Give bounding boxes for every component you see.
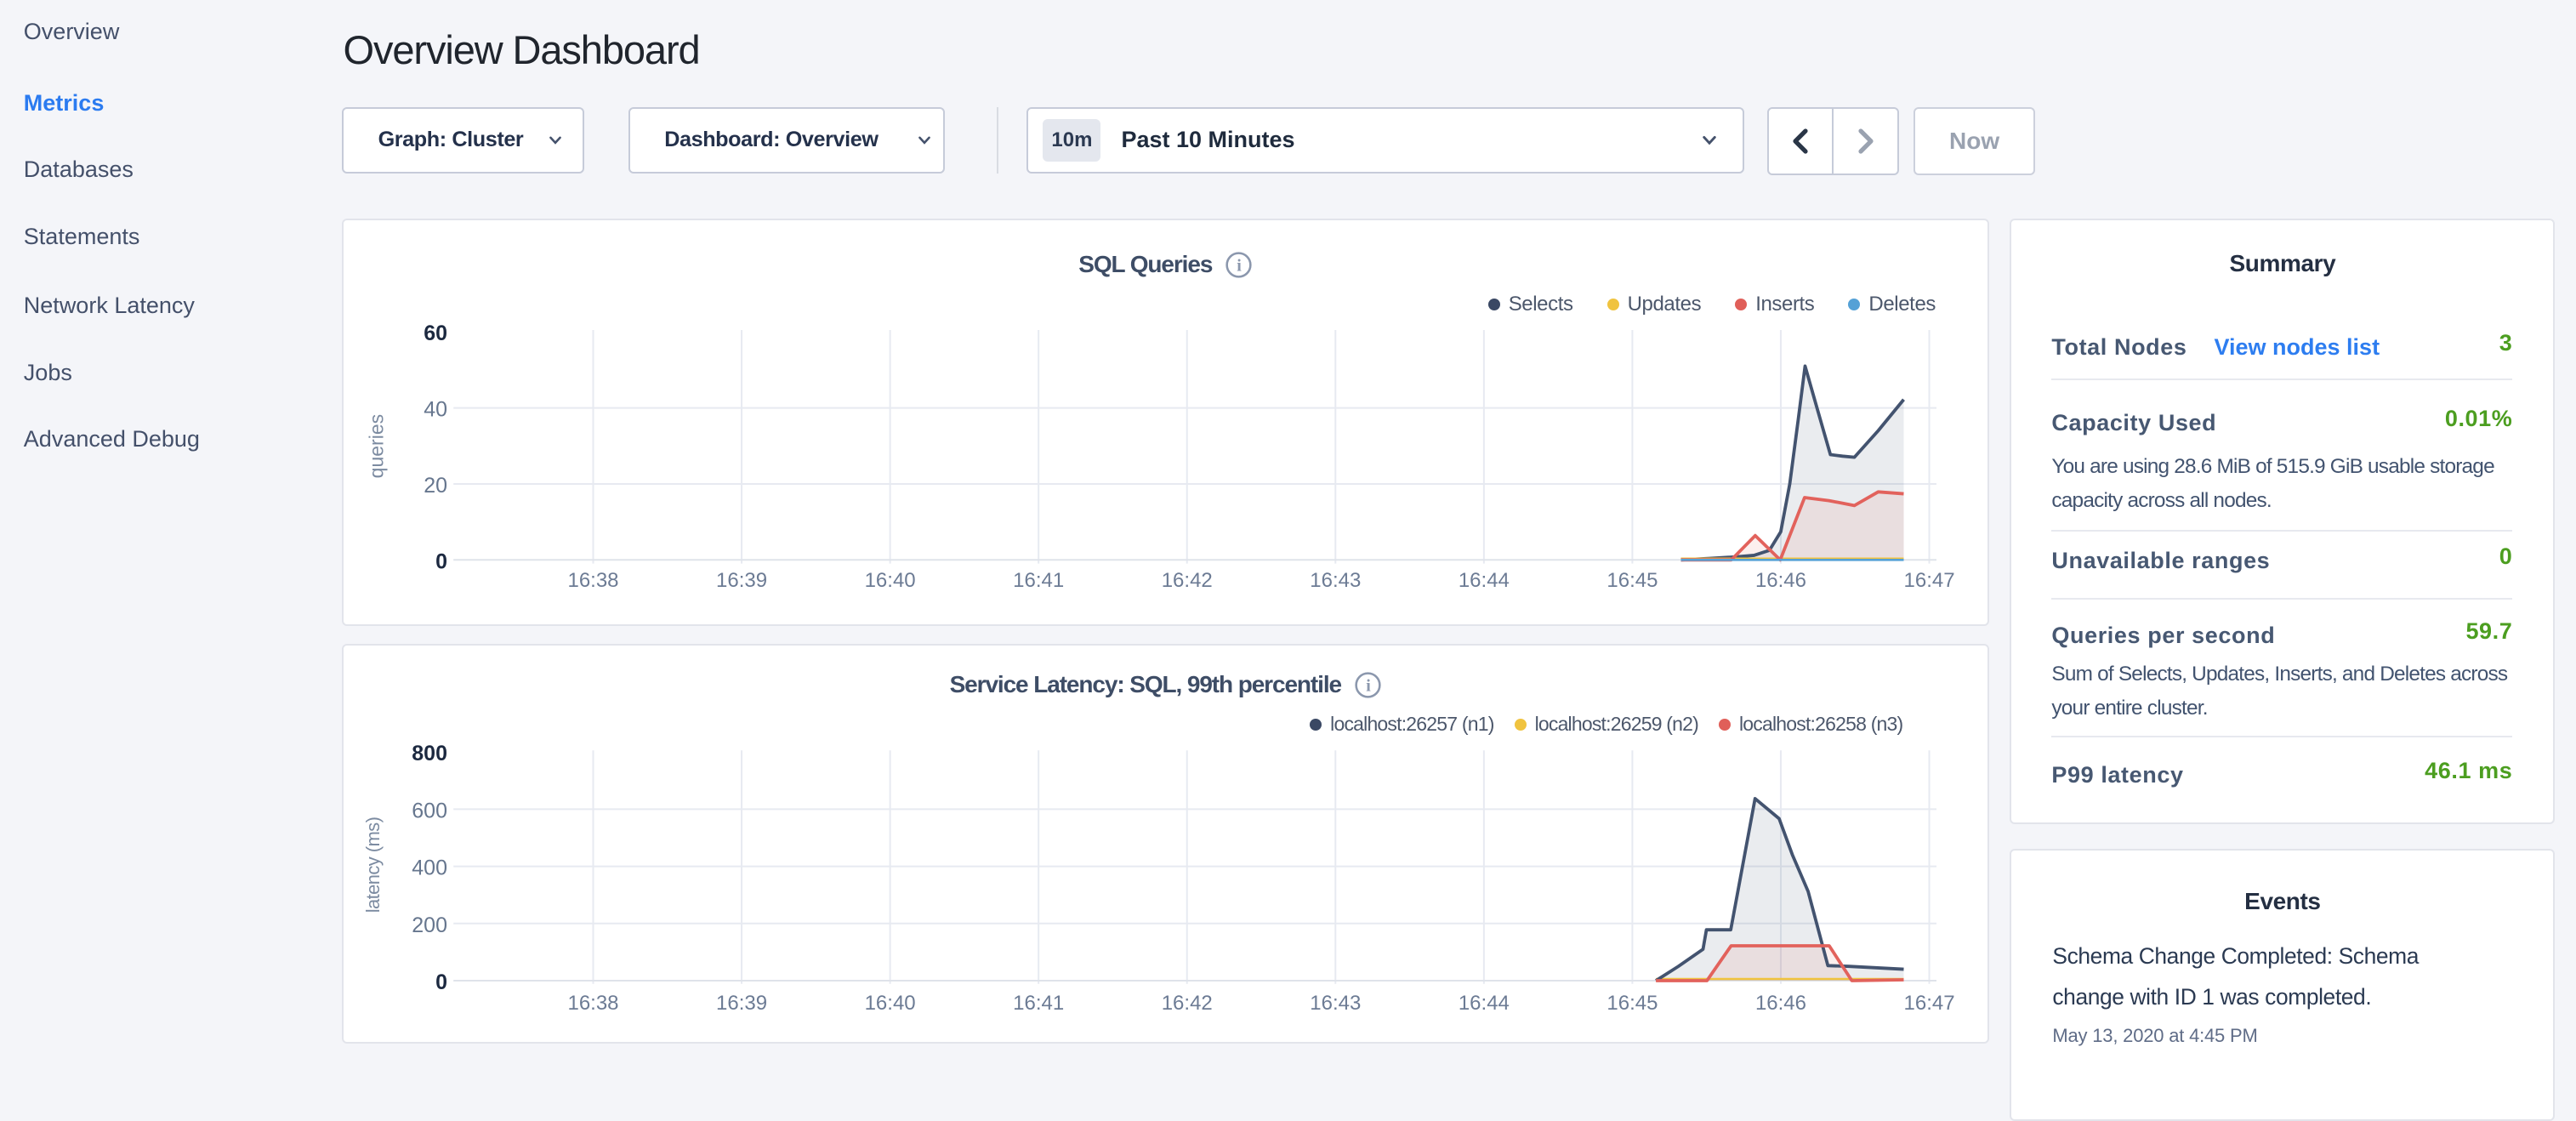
svg-text:16:45: 16:45 — [1606, 569, 1658, 592]
svg-text:16:42: 16:42 — [1162, 569, 1213, 592]
svg-text:16:41: 16:41 — [1013, 569, 1064, 592]
svg-text:16:40: 16:40 — [865, 992, 916, 1015]
svg-text:16:47: 16:47 — [1904, 992, 1955, 1015]
svg-text:20: 20 — [424, 474, 447, 498]
svg-text:200: 200 — [412, 913, 447, 937]
svg-text:16:44: 16:44 — [1459, 569, 1510, 592]
svg-text:0: 0 — [435, 549, 447, 573]
svg-text:16:46: 16:46 — [1755, 992, 1806, 1015]
svg-text:16:40: 16:40 — [865, 569, 916, 592]
svg-text:16:47: 16:47 — [1904, 569, 1955, 592]
svg-text:16:39: 16:39 — [716, 569, 767, 592]
svg-text:600: 600 — [412, 799, 447, 822]
svg-text:16:44: 16:44 — [1459, 992, 1510, 1015]
svg-text:16:42: 16:42 — [1162, 992, 1213, 1015]
svg-text:16:43: 16:43 — [1310, 992, 1361, 1015]
svg-text:16:39: 16:39 — [716, 992, 767, 1015]
svg-text:16:46: 16:46 — [1755, 569, 1806, 592]
svg-text:40: 40 — [424, 398, 447, 422]
svg-text:16:41: 16:41 — [1013, 992, 1064, 1015]
svg-text:latency (ms): latency (ms) — [362, 817, 384, 913]
svg-text:16:38: 16:38 — [567, 992, 618, 1015]
svg-text:0: 0 — [435, 970, 447, 994]
svg-text:queries: queries — [365, 414, 387, 478]
svg-text:800: 800 — [412, 742, 447, 765]
svg-text:60: 60 — [424, 322, 447, 345]
svg-text:16:45: 16:45 — [1606, 992, 1658, 1015]
svg-text:16:43: 16:43 — [1310, 569, 1361, 592]
svg-text:400: 400 — [412, 856, 447, 879]
svg-text:16:38: 16:38 — [567, 569, 618, 592]
